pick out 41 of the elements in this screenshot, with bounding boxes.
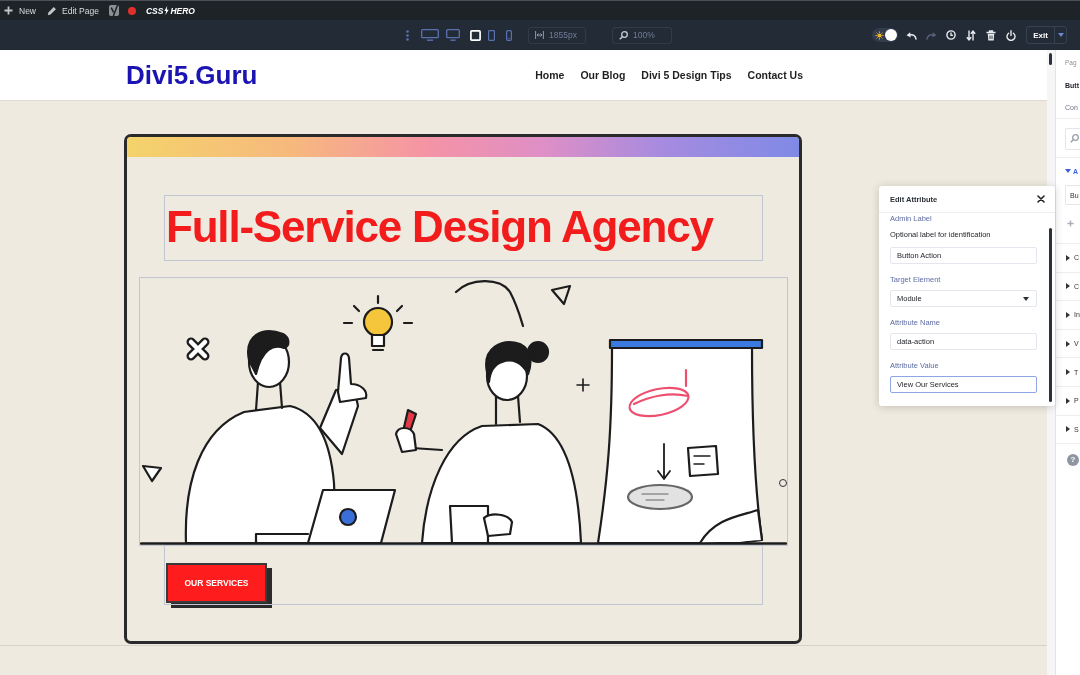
new-link[interactable]: New xyxy=(4,5,36,16)
scrollbar[interactable] xyxy=(1049,228,1052,402)
scrollbar[interactable] xyxy=(1049,53,1052,65)
wide-monitor-icon[interactable] xyxy=(421,29,439,41)
search-icon xyxy=(1070,134,1079,143)
width-field[interactable]: 1855px xyxy=(528,26,586,44)
sun-icon xyxy=(875,30,884,40)
brand-link[interactable]: CSS HERO xyxy=(145,5,195,16)
plus-icon xyxy=(4,6,13,15)
nav-link[interactable]: Contact Us xyxy=(747,69,803,81)
close-icon[interactable] xyxy=(1037,195,1045,203)
phone-icon[interactable] xyxy=(506,29,512,41)
site-logo[interactable]: Divi5.Guru xyxy=(126,62,258,88)
status-dot-icon xyxy=(127,6,136,15)
services-button[interactable]: OUR SERVICES xyxy=(166,563,272,608)
tablet-icon[interactable] xyxy=(488,29,495,41)
exit-button[interactable]: Exit xyxy=(1026,26,1054,44)
logo-icon[interactable] xyxy=(108,4,120,17)
monitor-icon[interactable] xyxy=(446,29,460,41)
resize-handle[interactable] xyxy=(779,479,787,487)
clock-icon[interactable] xyxy=(946,30,956,40)
square-screen-icon[interactable] xyxy=(470,29,481,41)
nav-link[interactable]: Our Blog xyxy=(580,69,626,81)
width-arrows-icon xyxy=(535,30,544,39)
trash-icon[interactable] xyxy=(986,29,996,41)
theme-toggle[interactable] xyxy=(872,28,898,42)
more-icon[interactable] xyxy=(406,29,409,41)
undo-icon[interactable] xyxy=(906,30,917,40)
zoom-field[interactable]: 100% xyxy=(612,26,672,44)
caret-icon xyxy=(1023,296,1029,301)
bolt-icon xyxy=(164,6,170,15)
up-down-arrows-icon[interactable] xyxy=(966,29,976,41)
search-icon xyxy=(619,30,628,40)
pencil-icon xyxy=(47,5,57,16)
caret-icon xyxy=(1057,33,1064,37)
edit-page-link[interactable]: Edit Page xyxy=(47,5,99,16)
dropdown-button[interactable] xyxy=(1054,26,1067,44)
hero-heading: Full-Service Design Agency xyxy=(165,201,713,253)
nav-link[interactable]: Home xyxy=(535,69,565,81)
nav-link[interactable]: Divi 5 Design Tips xyxy=(641,69,732,81)
power-icon[interactable] xyxy=(1006,29,1016,41)
